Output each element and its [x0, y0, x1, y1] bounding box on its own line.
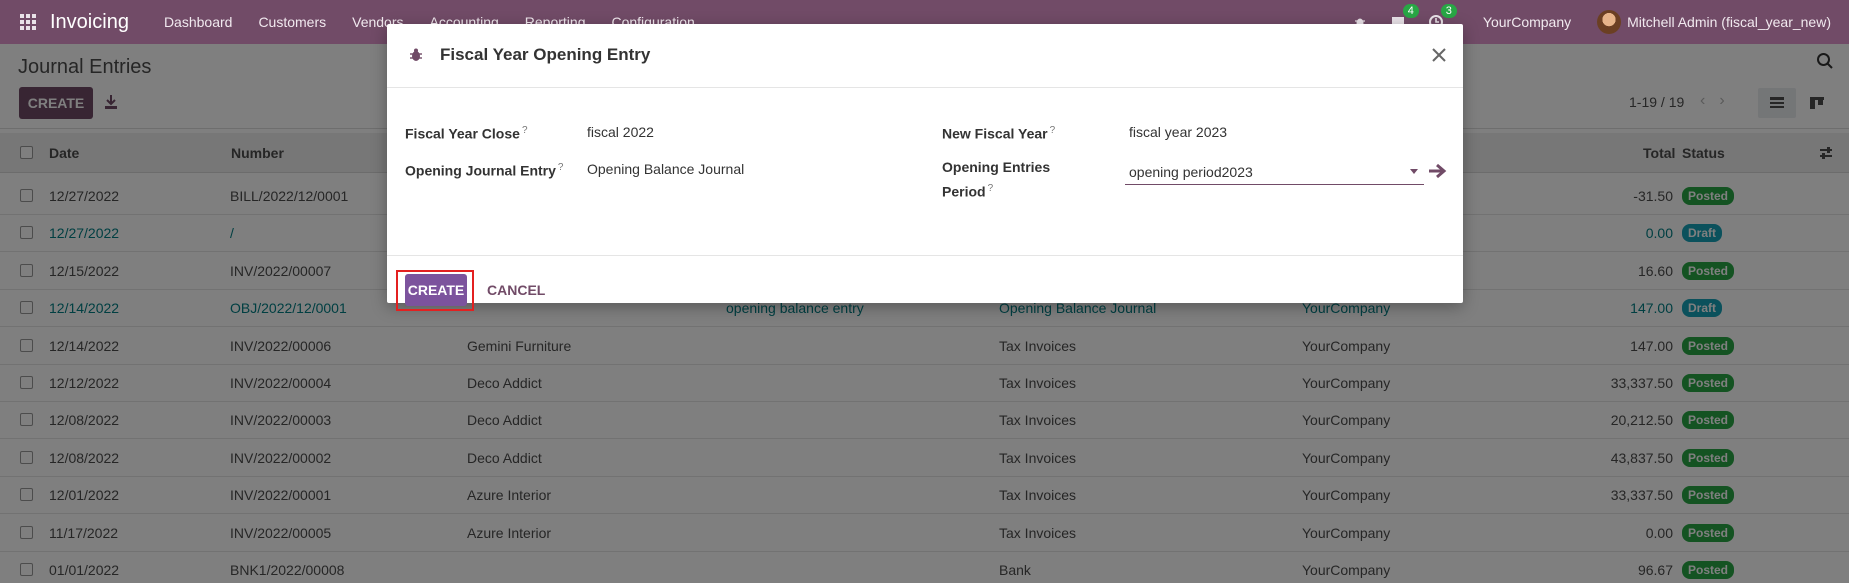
- help-marker[interactable]: ?: [522, 125, 528, 136]
- fiscal-year-opening-dialog: Fiscal Year Opening Entry Fiscal Year Cl…: [387, 24, 1463, 311]
- opening-period-label: Opening Entries Period?: [942, 159, 1051, 200]
- close-icon[interactable]: [1429, 45, 1449, 65]
- modal-header: Fiscal Year Opening Entry: [387, 24, 1463, 88]
- company-switcher[interactable]: YourCompany: [1483, 14, 1571, 30]
- activities-badge: 3: [1440, 4, 1457, 18]
- bug-icon: [410, 48, 422, 61]
- avatar[interactable]: [1597, 10, 1622, 34]
- apps-menu-icon[interactable]: [20, 13, 38, 31]
- fiscal-year-close-label: Fiscal Year Close?: [405, 125, 528, 142]
- modal-create-button[interactable]: CREATE: [405, 274, 467, 306]
- menu-dashboard[interactable]: Dashboard: [151, 14, 246, 30]
- modal-title: Fiscal Year Opening Entry: [440, 45, 651, 64]
- modal-body: Fiscal Year Close? fiscal 2022 New Fisca…: [387, 88, 1463, 256]
- messages-badge: 4: [1402, 4, 1419, 18]
- opening-period-select[interactable]: opening period2023: [1125, 159, 1424, 185]
- help-marker[interactable]: ?: [558, 162, 564, 173]
- arrow-right-icon[interactable]: [1427, 163, 1447, 179]
- fiscal-year-close-field[interactable]: fiscal 2022: [587, 124, 654, 140]
- app-brand[interactable]: Invoicing: [50, 11, 129, 34]
- new-fiscal-year-label: New Fiscal Year?: [942, 125, 1056, 142]
- help-marker[interactable]: ?: [1050, 125, 1056, 136]
- modal-cancel-button[interactable]: CANCEL: [487, 282, 545, 298]
- chevron-down-icon[interactable]: [1410, 169, 1418, 174]
- help-marker[interactable]: ?: [988, 183, 994, 194]
- menu-customers[interactable]: Customers: [245, 14, 339, 30]
- opening-journal-label: Opening Journal Entry?: [405, 162, 564, 179]
- opening-journal-field[interactable]: Opening Balance Journal: [587, 161, 744, 177]
- modal-footer: CREATE CANCEL: [387, 256, 1463, 311]
- opening-period-value: opening period2023: [1129, 164, 1253, 180]
- new-fiscal-year-field[interactable]: fiscal year 2023: [1129, 124, 1227, 140]
- user-menu[interactable]: Mitchell Admin (fiscal_year_new): [1627, 14, 1831, 30]
